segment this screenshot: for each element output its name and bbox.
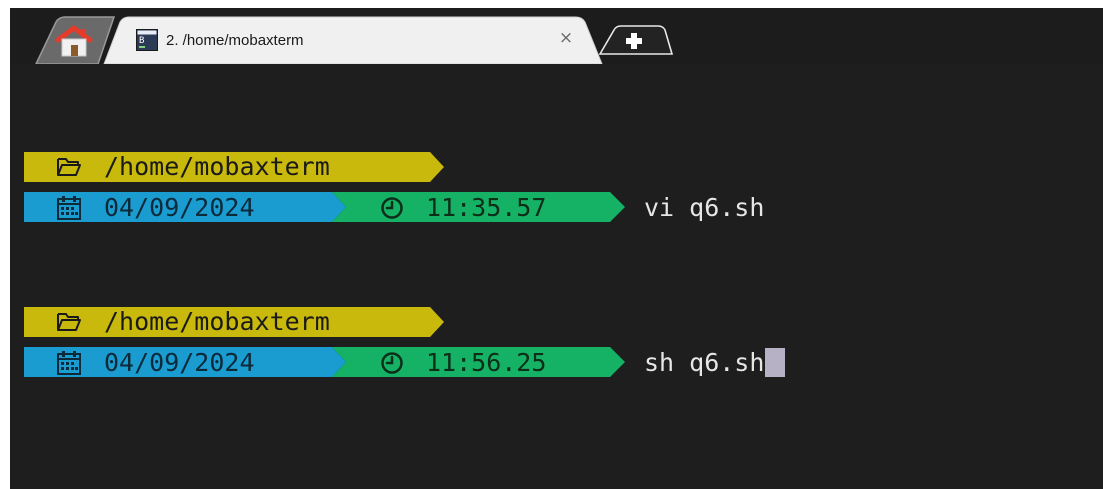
calendar-icon (56, 195, 82, 225)
command-text: vi q6.sh (644, 193, 765, 222)
svg-text:B: B (139, 36, 144, 46)
calendar-icon (56, 350, 82, 380)
new-tab-button[interactable] (602, 22, 660, 60)
clock-icon (380, 351, 404, 379)
prompt-path: /home/mobaxterm (104, 307, 330, 336)
terminal-tab-title: 2. /home/mobaxterm (166, 32, 304, 49)
prompt-block: /home/mobaxterm 04/09/2024 (24, 307, 1024, 377)
mobaxterm-window: B 2. /home/mobaxterm × /home/mobaxterm 0… (0, 0, 1103, 489)
folder-icon (56, 155, 82, 183)
prompt-date: 04/09/2024 (104, 348, 255, 377)
prompt-block: /home/mobaxterm 04/09/2024 (24, 152, 1024, 222)
plus-icon (626, 33, 642, 49)
home-tab[interactable] (44, 18, 114, 62)
folder-icon (56, 310, 82, 338)
text-cursor (765, 348, 786, 377)
prompt-time: 11:35.57 (426, 193, 547, 222)
command-line[interactable]: sh q6.sh (644, 348, 786, 378)
prompt-time: 11:56.25 (426, 348, 547, 377)
prompt-date: 04/09/2024 (104, 193, 255, 222)
prompt-path: /home/mobaxterm (104, 152, 330, 181)
close-tab-button[interactable]: × (555, 27, 577, 49)
home-icon (55, 25, 93, 57)
terminal-area[interactable]: /home/mobaxterm 04/09/2024 11:35.57 vi q… (10, 64, 1103, 489)
clock-icon (380, 196, 404, 224)
command-text: sh q6.sh (644, 348, 765, 377)
tab-bar: B 2. /home/mobaxterm × (10, 8, 1103, 64)
